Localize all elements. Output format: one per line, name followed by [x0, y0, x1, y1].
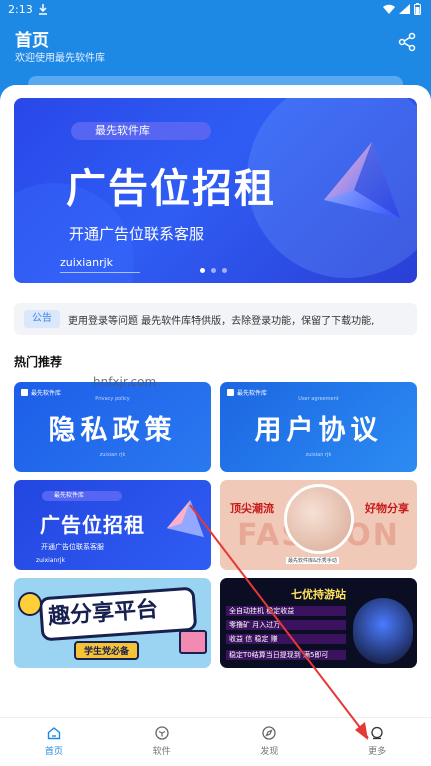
card-pill: 最先软件库: [42, 491, 122, 501]
card-left-text: 顶尖潮流: [230, 502, 274, 515]
signal-icon: [399, 4, 410, 14]
banner-carousel[interactable]: 最先软件库 广告位招租 开通广告位联系客服 zuixianrjk: [14, 98, 417, 283]
gift-icon: [179, 630, 207, 654]
card-caption: 最先软件库&乐秀手动: [286, 557, 339, 564]
card-footer: zuixian rjk: [305, 452, 332, 458]
card-ribbon: 学生党必备: [74, 641, 140, 660]
card-title: 广告位招租: [40, 513, 145, 537]
card-share-platform[interactable]: 趣分享平台 学生党必备: [14, 578, 211, 668]
banner-headline: 广告位招租: [66, 166, 276, 212]
card-line: 稳定T0结算当日提现到 满5即可: [226, 650, 346, 660]
app-logo-icon: [227, 389, 234, 396]
card-photo: [284, 484, 354, 554]
notice-bar[interactable]: 公告 更用登录等问题 最先软件库特供版，去除登录功能，保留了下载功能,: [14, 303, 417, 335]
app-logo-icon: [21, 389, 28, 396]
carousel-dot[interactable]: [211, 268, 216, 273]
tab-label: 首页: [44, 747, 63, 757]
emoji-icon: [18, 592, 42, 616]
tab-label: 更多: [368, 747, 387, 757]
watermark: hnfxjr.com: [93, 375, 157, 389]
character-graphic: [353, 598, 413, 664]
card-user-agreement[interactable]: 最先软件库 User agreement 用户协议 zuixian rjk: [220, 382, 417, 472]
circle-icon: [371, 726, 383, 740]
banner-tag: zuixianrjk: [60, 256, 114, 269]
tab-discover[interactable]: 发现: [216, 718, 324, 766]
share-icon[interactable]: [397, 32, 417, 52]
wifi-icon: [383, 4, 395, 14]
prism-graphic: [324, 142, 400, 218]
tab-more[interactable]: 更多: [323, 718, 431, 766]
status-bar: 2:13: [0, 0, 431, 20]
card-english-label: Privacy policy: [95, 396, 130, 402]
card-title: 隐私政策: [48, 415, 177, 446]
card-ad-slot[interactable]: 最先软件库 广告位招租 开通广告位联系客服 zuixianrjk: [14, 480, 211, 570]
card-footer: zuixian rjk: [99, 452, 126, 458]
page-title: 首页: [15, 31, 49, 51]
banner-pill: 最先软件库: [71, 122, 211, 140]
card-line: 收益 信 稳定 赚: [226, 634, 346, 644]
card-english-label: User agreement: [298, 396, 339, 402]
card-subtext: 开通广告位联系客服: [41, 543, 104, 551]
card-game-site[interactable]: 七优持游站 全自动挂机 稳定收益 零撸矿 月入过万 收益 信 稳定 赚 稳定T0…: [220, 578, 417, 668]
banner-underline: [60, 272, 140, 273]
card-fashion-share[interactable]: FASHION 顶尖潮流 好物分享 最先软件库&乐秀手动: [220, 480, 417, 570]
card-tag: zuixianrjk: [36, 557, 65, 564]
compass-icon: [262, 726, 277, 740]
tab-label: 发现: [260, 747, 279, 757]
content-sheet: 最先软件库 广告位招租 开通广告位联系客服 zuixianrjk 公告 更用登录…: [0, 85, 431, 717]
carousel-dot[interactable]: [222, 268, 227, 273]
tab-home[interactable]: 首页: [0, 718, 108, 766]
notice-text: 更用登录等问题 最先软件库特供版，去除登录功能，保留了下载功能,: [68, 316, 375, 327]
banner-subtext: 开通广告位联系客服: [69, 225, 205, 243]
card-right-text: 好物分享: [365, 502, 409, 515]
card-title: 用户协议: [254, 415, 383, 446]
tab-software[interactable]: 软件: [108, 718, 216, 766]
status-time: 2:13: [8, 3, 33, 16]
page-subtitle: 欢迎使用最先软件库: [15, 53, 105, 64]
cube-icon: [154, 726, 169, 740]
notice-badge: 公告: [24, 310, 60, 328]
carousel-dot[interactable]: [200, 268, 205, 273]
card-line: 全自动挂机 稳定收益: [226, 606, 346, 616]
carousel-dots: [200, 268, 227, 273]
battery-icon: [414, 3, 421, 15]
card-privacy-policy[interactable]: 最先软件库 Privacy policy 隐私政策 zuixian rjk: [14, 382, 211, 472]
status-icons: [383, 3, 421, 15]
card-line: 零撸矿 月入过万: [226, 620, 346, 630]
bottom-tab-bar: 首页 软件 发现 更多: [0, 717, 431, 766]
download-icon: [39, 4, 47, 15]
app-header: 首页 欢迎使用最先软件库: [0, 20, 431, 90]
tab-label: 软件: [152, 747, 171, 757]
home-icon: [47, 727, 61, 740]
prism-graphic: [166, 499, 205, 538]
section-title: 热门推荐: [14, 355, 63, 369]
